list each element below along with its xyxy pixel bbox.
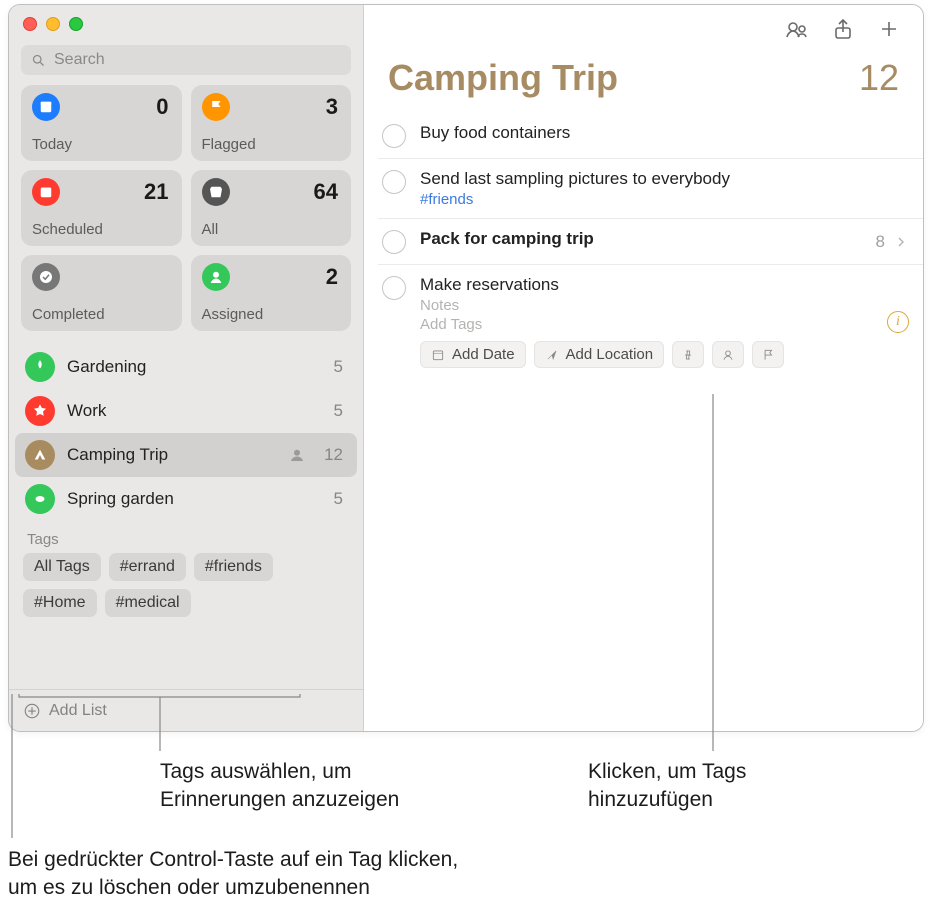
tag-all-tags[interactable]: All Tags	[23, 553, 101, 581]
list-name: Work	[67, 401, 322, 421]
smart-list-completed[interactable]: Completed	[21, 255, 182, 331]
complete-toggle[interactable]	[382, 170, 406, 194]
subtask-count: 8	[876, 232, 885, 252]
complete-toggle[interactable]	[382, 124, 406, 148]
list-count: 5	[334, 357, 343, 377]
smart-count: 0	[156, 94, 168, 120]
reminder-addtags-placeholder[interactable]: Add Tags	[420, 316, 873, 333]
tag-home[interactable]: #Home	[23, 589, 97, 617]
list-icon	[25, 396, 55, 426]
reminder-actions: Add Date Add Location	[420, 341, 873, 368]
list-icon	[25, 484, 55, 514]
collaborate-icon[interactable]	[785, 17, 809, 41]
list-name: Gardening	[67, 357, 322, 377]
sidebar-list-gardening[interactable]: Gardening 5	[9, 345, 363, 389]
tags-header: Tags	[9, 521, 363, 553]
callout-control-click: Bei gedrückter Control-Taste auf ein Tag…	[8, 846, 458, 903]
smart-count: 21	[144, 179, 168, 205]
smart-list-today[interactable]: 0 Today	[21, 85, 182, 161]
list-icon	[25, 440, 55, 470]
chevron-right-icon	[893, 234, 909, 250]
add-date-button[interactable]: Add Date	[420, 341, 526, 368]
close-window-button[interactable]	[23, 17, 37, 31]
assign-button[interactable]	[712, 341, 744, 368]
reminder-title: Send last sampling pictures to everybody	[420, 169, 895, 189]
list-icon	[25, 352, 55, 382]
reminder-tag[interactable]: #friends	[420, 191, 895, 208]
reminder-title: Pack for camping trip	[420, 229, 862, 249]
plus-circle-icon	[23, 702, 41, 720]
share-icon[interactable]	[831, 17, 855, 41]
my-lists: Gardening 5 Work 5 Camping Trip 12 Sprin…	[9, 341, 363, 689]
add-list-label: Add List	[49, 702, 107, 720]
completed-icon	[32, 263, 60, 291]
smart-label: All	[202, 221, 219, 238]
shared-icon	[288, 446, 306, 464]
callout-select-tags: Tags auswählen, um Erinnerungen anzuzeig…	[160, 758, 399, 815]
sidebar-list-work[interactable]: Work 5	[9, 389, 363, 433]
search-placeholder: Search	[54, 51, 341, 69]
window-controls	[9, 5, 363, 43]
main-toolbar	[364, 5, 923, 53]
tags-container: All Tags #errand #friends #Home #medical	[9, 553, 363, 627]
search-icon	[31, 53, 46, 68]
list-count: 5	[334, 401, 343, 421]
all-icon	[202, 178, 230, 206]
reminder-title: Make reservations	[420, 275, 873, 295]
callout-click-add-tags: Klicken, um Tags hinzuzufügen	[588, 758, 746, 815]
list-count: 12	[324, 445, 343, 465]
smart-label: Completed	[32, 306, 105, 323]
reminder-items: Buy food containers Send last sampling p…	[364, 113, 923, 378]
tag-medical[interactable]: #medical	[105, 589, 191, 617]
reminder-row[interactable]: Make reservations Notes Add Tags Add Date …	[378, 265, 923, 378]
scheduled-icon	[32, 178, 60, 206]
smart-count: 64	[314, 179, 338, 205]
today-icon	[32, 93, 60, 121]
smart-label: Flagged	[202, 136, 256, 153]
reminder-row[interactable]: Pack for camping trip 8	[378, 219, 923, 265]
add-list-button[interactable]: Add List	[9, 689, 363, 731]
info-icon[interactable]: i	[887, 311, 909, 333]
reminder-row[interactable]: Send last sampling pictures to everybody…	[378, 159, 923, 219]
smart-list-scheduled[interactable]: 21 Scheduled	[21, 170, 182, 246]
assigned-icon	[202, 263, 230, 291]
tag-friends[interactable]: #friends	[194, 553, 273, 581]
complete-toggle[interactable]	[382, 230, 406, 254]
sidebar: Search 0 Today 3 Flagged 21 Scheduled 64…	[9, 5, 364, 731]
new-reminder-icon[interactable]	[877, 17, 901, 41]
list-count: 5	[334, 489, 343, 509]
sidebar-list-spring-garden[interactable]: Spring garden 5	[9, 477, 363, 521]
reminder-title: Buy food containers	[420, 123, 895, 143]
smart-list-all[interactable]: 64 All	[191, 170, 352, 246]
list-name: Spring garden	[67, 489, 322, 509]
complete-toggle[interactable]	[382, 276, 406, 300]
list-title: Camping Trip	[388, 57, 859, 99]
smart-list-flagged[interactable]: 3 Flagged	[191, 85, 352, 161]
smart-label: Scheduled	[32, 221, 103, 238]
zoom-window-button[interactable]	[69, 17, 83, 31]
search-field[interactable]: Search	[21, 45, 351, 75]
app-window: Search 0 Today 3 Flagged 21 Scheduled 64…	[8, 4, 924, 732]
flagged-icon	[202, 93, 230, 121]
main-panel: Camping Trip 12 Buy food containers Send…	[364, 5, 923, 731]
flag-button[interactable]	[752, 341, 784, 368]
sidebar-list-camping-trip[interactable]: Camping Trip 12	[15, 433, 357, 477]
list-name: Camping Trip	[67, 445, 276, 465]
tag-errand[interactable]: #errand	[109, 553, 186, 581]
smart-count: 3	[326, 94, 338, 120]
smart-lists-grid: 0 Today 3 Flagged 21 Scheduled 64 All Co…	[9, 85, 363, 341]
list-count: 12	[859, 57, 899, 99]
smart-count: 2	[326, 264, 338, 290]
minimize-window-button[interactable]	[46, 17, 60, 31]
smart-label: Assigned	[202, 306, 264, 323]
add-location-button[interactable]: Add Location	[534, 341, 665, 368]
add-tag-button[interactable]	[672, 341, 704, 368]
smart-list-assigned[interactable]: 2 Assigned	[191, 255, 352, 331]
reminder-notes-placeholder[interactable]: Notes	[420, 297, 873, 314]
smart-label: Today	[32, 136, 72, 153]
list-header: Camping Trip 12	[364, 53, 923, 113]
reminder-row[interactable]: Buy food containers	[378, 113, 923, 159]
